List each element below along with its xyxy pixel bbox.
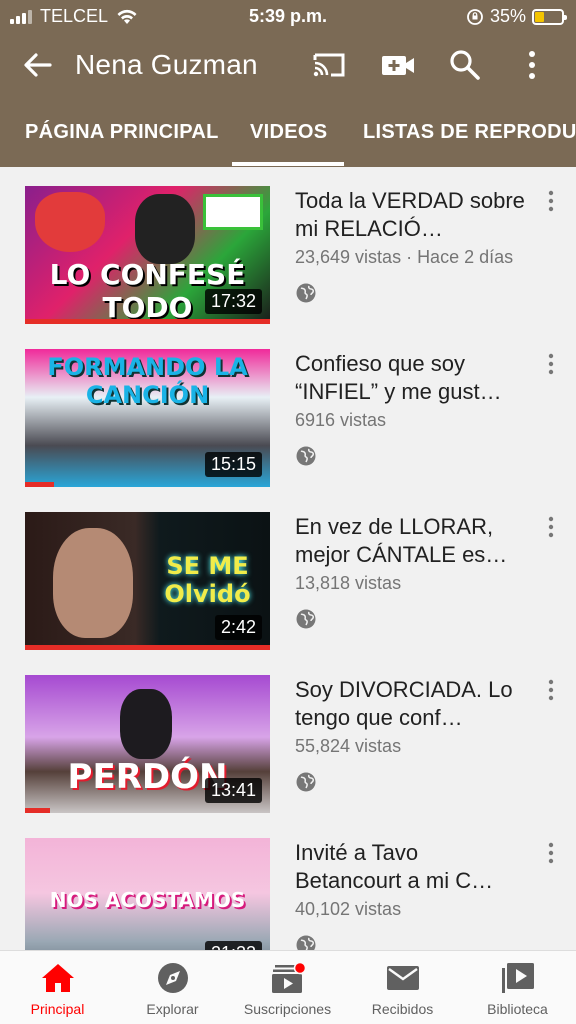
nav-subscriptions[interactable]: Suscripciones (230, 951, 345, 1024)
nav-home-label: Principal (30, 1001, 85, 1017)
orientation-lock-icon (467, 8, 483, 25)
watch-progress-bar (25, 645, 270, 650)
nav-subscriptions-label: Suscripciones (243, 1001, 332, 1017)
video-thumbnail[interactable]: FORMANDO LA CANCIÓN 15:15 (25, 349, 270, 487)
tab-home[interactable]: PÁGINA PRINCIPAL (25, 121, 219, 144)
video-more-icon[interactable] (544, 190, 558, 212)
battery-percent: 35% (489, 6, 526, 26)
library-icon (502, 963, 534, 993)
subscriptions-icon (272, 961, 306, 993)
video-item[interactable]: FORMANDO LA CANCIÓN 15:15 Confieso que s… (0, 330, 576, 493)
video-title[interactable]: Toda la VERDAD sobre mi RELACIÓ… (295, 187, 525, 243)
back-arrow-icon[interactable] (20, 48, 54, 82)
status-bar: TELCEL 5:39 p.m. 35% (0, 0, 576, 32)
nav-explore[interactable]: Explorar (115, 951, 230, 1024)
video-meta[interactable]: Confieso que soy “INFIEL” y me gust… 691… (295, 350, 525, 466)
public-globe-icon (296, 935, 316, 950)
video-camera-add-icon[interactable] (380, 48, 416, 82)
video-title[interactable]: Confieso que soy “INFIEL” y me gust… (295, 350, 525, 406)
video-item[interactable]: PERDÓN 13:41 Soy DIVORCIADA. Lo tengo qu… (0, 656, 576, 819)
video-duration: 2:42 (214, 615, 262, 640)
toolbar: Nena Guzman (0, 34, 576, 96)
mail-icon (387, 966, 419, 990)
active-tab-indicator (232, 162, 344, 166)
video-meta[interactable]: Invité a Tavo Betancourt a mi C… 40,102 … (295, 839, 525, 950)
channel-tabs: PÁGINA PRINCIPAL VIDEOS LISTAS DE REPROD… (0, 104, 576, 166)
nav-explore-label: Explorar (146, 1001, 199, 1017)
more-vert-icon[interactable] (514, 48, 550, 82)
video-stats: 40,102 vistas (295, 899, 402, 919)
home-icon (42, 964, 74, 992)
public-globe-icon (296, 283, 316, 303)
channel-title: Nena Guzman (75, 49, 258, 80)
tab-videos[interactable]: VIDEOS (250, 121, 327, 144)
thumbnail-heart-shape (35, 192, 105, 252)
thumbnail-note-shape (203, 194, 263, 230)
status-right: 35% (466, 6, 567, 27)
watch-progress-bar (25, 808, 50, 813)
thumbnail-caption: FORMANDO LA CANCIÓN (47, 353, 248, 409)
video-thumbnail[interactable]: SE ME Olvidó 2:42 (25, 512, 270, 650)
cast-icon[interactable] (311, 48, 347, 82)
watch-progress-bar (25, 482, 55, 487)
nav-inbox[interactable]: Recibidos (345, 951, 460, 1024)
video-title[interactable]: Invité a Tavo Betancourt a mi C… (295, 839, 525, 895)
thumbnail-face-shape (53, 528, 133, 638)
video-title[interactable]: En vez de LLORAR, mejor CÁNTALE es… (295, 513, 525, 569)
bottom-navigation: Principal Explorar Suscripciones Recibid… (0, 950, 576, 1024)
battery-icon (532, 8, 567, 25)
video-more-icon[interactable] (544, 679, 558, 701)
nav-library[interactable]: Biblioteca (460, 951, 575, 1024)
video-duration: 15:15 (204, 452, 262, 477)
public-globe-icon (296, 772, 316, 792)
video-meta[interactable]: En vez de LLORAR, mejor CÁNTALE es… 13,8… (295, 513, 525, 629)
video-duration: 13:41 (204, 778, 262, 803)
video-duration: 21:22 (204, 941, 262, 950)
video-thumbnail[interactable]: PERDÓN 13:41 (25, 675, 270, 813)
nav-inbox-label: Recibidos (371, 1001, 434, 1017)
channel-header: TELCEL 5:39 p.m. 35% Nena Guzman PÁGINA … (0, 0, 576, 167)
video-item[interactable]: SE ME Olvidó 2:42 En vez de LLORAR, mejo… (0, 493, 576, 656)
nav-home[interactable]: Principal (0, 951, 115, 1024)
video-item[interactable]: NOS ACOSTAMOS 21:22 Invité a Tavo Betanc… (0, 819, 576, 950)
video-stats: 13,818 vistas (295, 573, 402, 593)
youtube-channel-screen: TELCEL 5:39 p.m. 35% Nena Guzman PÁGINA … (0, 0, 576, 1024)
public-globe-icon (296, 446, 316, 466)
video-more-icon[interactable] (544, 353, 558, 375)
compass-icon (158, 963, 188, 993)
thumbnail-person-shape (135, 194, 195, 264)
video-title[interactable]: Soy DIVORCIADA. Lo tengo que conf… (295, 676, 525, 732)
search-icon[interactable] (447, 48, 483, 82)
tab-playlists[interactable]: LISTAS DE REPRODUC (363, 121, 576, 144)
video-meta[interactable]: Toda la VERDAD sobre mi RELACIÓ… 23,649 … (295, 187, 525, 303)
video-list[interactable]: LO CONFESÉ TODO 17:32 Toda la VERDAD sob… (0, 167, 576, 950)
public-globe-icon (296, 609, 316, 629)
video-stats: 55,824 vistas (295, 736, 402, 756)
video-meta[interactable]: Soy DIVORCIADA. Lo tengo que conf… 55,82… (295, 676, 525, 792)
video-more-icon[interactable] (544, 842, 558, 864)
video-thumbnail[interactable]: NOS ACOSTAMOS 21:22 (25, 838, 270, 950)
video-item[interactable]: LO CONFESÉ TODO 17:32 Toda la VERDAD sob… (0, 167, 576, 330)
thumbnail-caption: NOS ACOSTAMOS (49, 888, 246, 912)
watch-progress-bar (25, 319, 270, 324)
thumbnail-caption: SE ME Olvidó (164, 552, 251, 608)
thumbnail-person-shape (120, 689, 172, 759)
video-more-icon[interactable] (544, 516, 558, 538)
video-thumbnail[interactable]: LO CONFESÉ TODO 17:32 (25, 186, 270, 324)
video-stats: 6916 vistas (295, 410, 387, 430)
nav-library-label: Biblioteca (487, 1001, 548, 1017)
video-duration: 17:32 (204, 289, 262, 314)
video-stats: 23,649 vistas · Hace 2 días (295, 247, 514, 267)
